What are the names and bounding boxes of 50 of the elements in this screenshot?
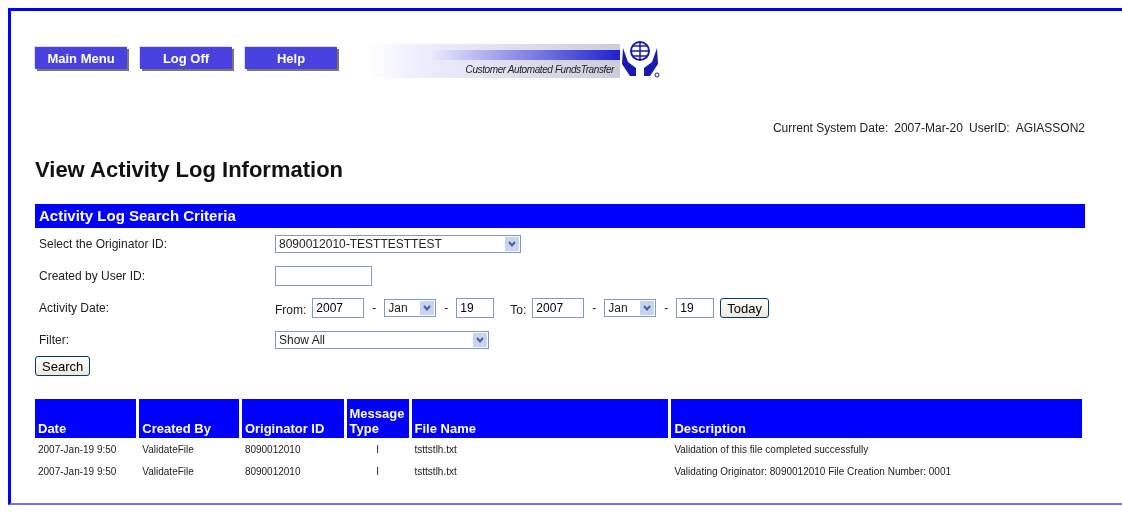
column-header: File Name (411, 399, 669, 438)
month-select[interactable]: Jan (384, 299, 437, 317)
field-label: Activity Date: (38, 301, 111, 315)
nav-button[interactable]: Main Menu (35, 47, 127, 69)
today-button[interactable]: Today (720, 298, 770, 318)
table-cell-text: Validating Originator: 8090012010 File Creation Number: 0001 (673, 464, 953, 479)
field-label: Filter: (38, 333, 70, 347)
hands-globe-icon (620, 40, 660, 78)
table-cell-text: 2007-Jan-19 9:50 (37, 442, 118, 457)
column-header: Originator ID (241, 399, 344, 438)
column-header: Message Type (346, 399, 409, 438)
user-label: UserID: (968, 121, 1010, 135)
table-cell-text: 8090012010 (243, 442, 302, 457)
nav-button[interactable]: Log Off (140, 47, 232, 69)
year-field[interactable]: 2007 (312, 298, 365, 318)
separator: - (664, 301, 669, 315)
filter-select[interactable]: Show All (275, 331, 489, 349)
table-cell-text: ValidateFile (141, 442, 195, 457)
user-id-field[interactable] (275, 266, 372, 286)
search-button[interactable]: Search (35, 356, 91, 376)
originator-select[interactable]: 8090012010-TESTTESTTEST (275, 235, 521, 253)
separator: - (592, 301, 597, 315)
date-label: To: (510, 303, 527, 317)
user-id: AGIASSON2 (1015, 121, 1085, 135)
page-title: View Activity Log Information (35, 157, 345, 183)
logo-text: Customer Automated FundsTransfer (465, 64, 614, 75)
month-select[interactable]: Jan (604, 299, 657, 317)
table-cell-text: 8090012010 (243, 464, 302, 479)
column-header: Date (35, 399, 137, 438)
field-label: Created by User ID: (38, 269, 147, 283)
table-cell-text: I (375, 442, 380, 457)
field-label: Select the Originator ID: (38, 237, 169, 251)
day-field[interactable]: 19 (676, 298, 715, 318)
system-date: 2007-Mar-20 (894, 121, 963, 135)
separator: - (444, 301, 449, 315)
table-cell-text: 2007-Jan-19 9:50 (37, 464, 118, 479)
day-field[interactable]: 19 (456, 298, 495, 318)
table-cell-text: ValidateFile (141, 464, 195, 479)
table-cell-text: tsttstlh.txt (413, 464, 458, 479)
column-header: Description (671, 399, 1082, 438)
nav-button[interactable]: Help (245, 47, 337, 69)
date-label: From: (275, 303, 307, 317)
column-header: Created By (139, 399, 239, 438)
panel-header: Activity Log Search Criteria (35, 204, 1085, 228)
table-cell-text: Validation of this file completed successfully (673, 442, 870, 457)
table-cell-text: I (375, 464, 380, 479)
year-field[interactable]: 2007 (532, 298, 585, 318)
date-label: Current System Date: (772, 121, 889, 135)
table-cell-text: tsttstlh.txt (413, 442, 458, 457)
separator: - (372, 301, 377, 315)
